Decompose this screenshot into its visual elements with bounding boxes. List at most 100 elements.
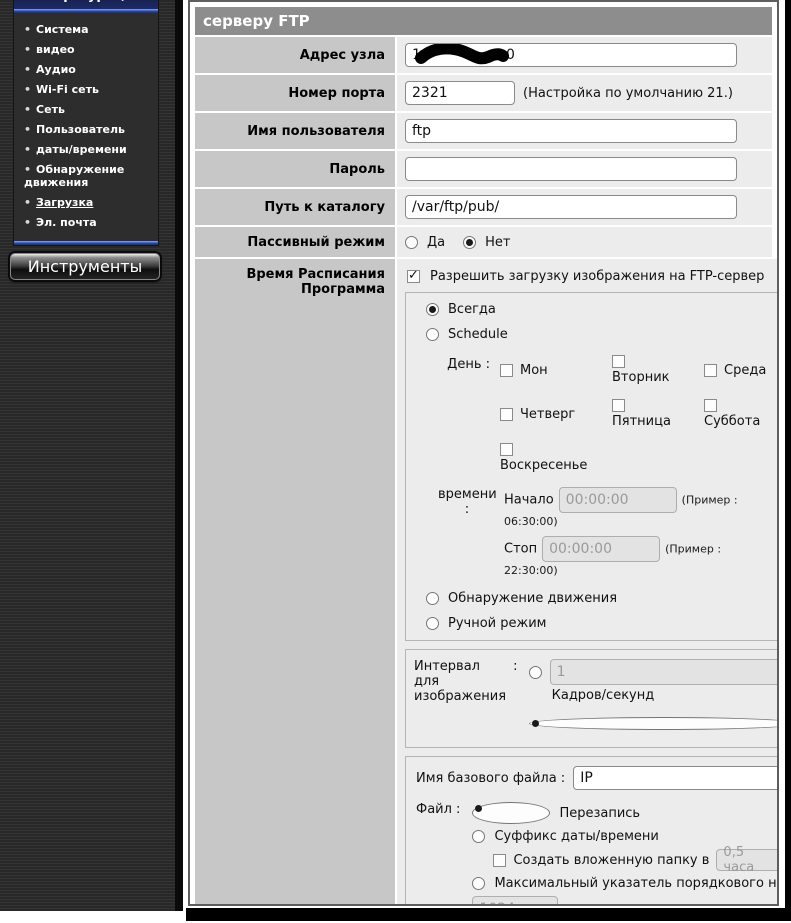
file-maxseq-radio[interactable] — [472, 877, 485, 890]
basefile-input[interactable] — [573, 766, 779, 790]
passive-yes-label: Да — [427, 235, 445, 250]
path-input[interactable] — [405, 195, 737, 219]
day-sat-label: Суббота — [704, 414, 760, 429]
port-input[interactable] — [405, 81, 515, 105]
mode-manual-label: Ручной режим — [448, 616, 546, 631]
mode-schedule-label: Schedule — [448, 327, 508, 342]
file-label: Файл : — [416, 802, 460, 906]
host-input[interactable]: 1 0 — [405, 43, 737, 67]
day-wed-checkbox[interactable] — [704, 364, 717, 377]
day-tue-label: Вторник — [612, 370, 670, 385]
frame-bottom — [186, 908, 791, 921]
bullet-icon: • — [24, 163, 31, 176]
interval-group: Интервал для изображения : 1 Кадров/секу… — [405, 649, 779, 748]
subfolder-label: Создать вложенную папку в — [513, 853, 709, 868]
spf-radio[interactable] — [529, 717, 779, 730]
bullet-icon: • — [24, 216, 31, 229]
day-sun-label: Воскресенье — [500, 458, 587, 473]
maxseq-input[interactable]: 1024 — [472, 896, 558, 906]
config-button-clip: Конфигурация — [14, 0, 158, 9]
password-label: Пароль — [195, 151, 395, 187]
subfolder-checkbox[interactable] — [493, 854, 506, 867]
config-button[interactable]: Конфигурация — [14, 0, 158, 9]
sidebar-item-wifi[interactable]: •Wi-Fi сеть — [24, 83, 152, 96]
stop-label: Стоп — [504, 542, 537, 557]
time-label: времени — [438, 487, 497, 502]
sidebar-item-motion[interactable]: •Обнаружение движения — [24, 163, 152, 189]
passive-no-radio[interactable] — [463, 236, 476, 249]
day-tue-checkbox[interactable] — [612, 355, 625, 368]
enable-upload-label: Разрешить загрузку изображения на FTP-се… — [430, 269, 764, 284]
interval-label: Интервал для изображения — [414, 659, 507, 738]
day-thu-label: Четверг — [520, 407, 575, 422]
stop-time-input[interactable]: 00:00:00 — [542, 536, 660, 562]
passive-no-label: Нет — [485, 235, 510, 250]
sidebar-item-system[interactable]: •Система — [24, 23, 152, 36]
day-sat-checkbox[interactable] — [704, 399, 717, 412]
mode-motion-label: Обнаружение движения — [448, 591, 617, 606]
day-mon-label: Мон — [520, 363, 548, 378]
mode-always-radio[interactable] — [426, 303, 439, 316]
mode-motion-radio[interactable] — [426, 592, 439, 605]
file-overwrite-label: Перезапись — [559, 806, 640, 821]
file-overwrite-radio[interactable] — [472, 802, 550, 824]
sidebar-item-network[interactable]: •Сеть — [24, 103, 152, 116]
sidebar-item-upload[interactable]: •Загрузка — [24, 196, 152, 209]
username-label: Имя пользователя — [195, 113, 395, 149]
subfolder-select[interactable]: 0,5 часа — [716, 849, 779, 871]
page: Конфигурация •Система •видео •Аудио •Wi-… — [0, 0, 791, 923]
sidebar-item-user[interactable]: •Пользователь — [24, 123, 152, 136]
sidebar-nav: •Система •видео •Аудио •Wi-Fi сеть •Сеть… — [14, 13, 158, 244]
start-label: Начало — [504, 493, 554, 508]
day-fri-checkbox[interactable] — [612, 399, 625, 412]
day-label: День : — [438, 355, 490, 473]
bullet-icon: • — [24, 103, 31, 116]
bullet-icon: • — [24, 23, 31, 36]
sidebar-menu: Конфигурация •Система •видео •Аудио •Wi-… — [13, 0, 159, 246]
page-title: серверу FTP — [195, 7, 772, 35]
fps-radio[interactable] — [529, 666, 542, 679]
time-colon: : — [438, 502, 496, 517]
passive-label: Пассивный режим — [195, 227, 395, 257]
bullet-icon: • — [24, 43, 31, 56]
schedule-mode-group: Всегда Schedule День : Мон Вторник Среда… — [405, 292, 779, 641]
interval-colon: : — [513, 659, 523, 738]
mode-always-label: Всегда — [448, 302, 496, 317]
bullet-icon: • — [24, 196, 31, 209]
day-mon-checkbox[interactable] — [500, 364, 513, 377]
sidebar-item-email[interactable]: •Эл. почта — [24, 216, 152, 229]
schedule-label: Время Расписания Программа — [195, 259, 395, 906]
fps-select[interactable]: 1 — [550, 659, 779, 685]
bullet-icon: • — [24, 63, 31, 76]
tools-button[interactable]: Инструменты — [10, 253, 160, 280]
frame-right — [785, 0, 791, 921]
fps-unit-label: Кадров/секунд — [552, 688, 779, 703]
bullet-icon: • — [24, 143, 31, 156]
sidebar-divider — [175, 0, 183, 911]
file-maxseq-label: Максимальный указатель порядкового номер… — [494, 876, 779, 891]
day-sun-checkbox[interactable] — [500, 443, 513, 456]
port-label: Номер порта — [195, 75, 395, 111]
day-wed-label: Среда — [724, 363, 766, 378]
start-time-input[interactable]: 00:00:00 — [559, 487, 677, 513]
enable-upload-checkbox[interactable] — [407, 270, 420, 283]
file-suffix-radio[interactable] — [472, 830, 485, 843]
sidebar-item-datetime[interactable]: •даты/времени — [24, 143, 152, 156]
port-note: (Настройка по умолчанию 21.) — [523, 86, 733, 101]
file-group: Имя базового файла : Файл : Перезапись С… — [405, 756, 779, 906]
sidebar-item-video[interactable]: •видео — [24, 43, 152, 56]
mode-schedule-radio[interactable] — [426, 328, 439, 341]
bullet-icon: • — [24, 123, 31, 136]
username-input[interactable] — [405, 119, 737, 143]
day-fri-label: Пятница — [612, 414, 671, 429]
day-grid: Мон Вторник Среда Четверг Пятница Суббот… — [500, 355, 779, 473]
host-label: Адрес узла — [195, 37, 395, 73]
passive-yes-radio[interactable] — [405, 236, 418, 249]
redaction-scribble-icon — [414, 44, 510, 66]
mode-manual-radio[interactable] — [426, 617, 439, 630]
password-input[interactable] — [405, 157, 737, 181]
file-suffix-label: Суффикс даты/времени — [494, 829, 658, 844]
sidebar-item-audio[interactable]: •Аудио — [24, 63, 152, 76]
day-thu-checkbox[interactable] — [500, 408, 513, 421]
bullet-icon: • — [24, 83, 31, 96]
